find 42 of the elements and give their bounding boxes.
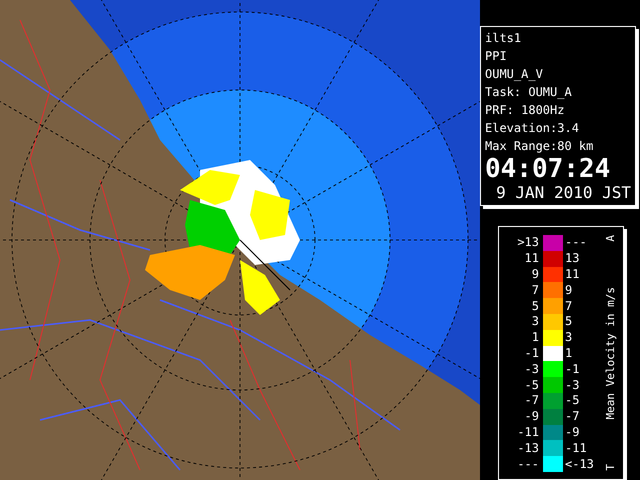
legend-value: -9 [524,409,540,424]
legend-value: 9 [564,282,574,298]
legend-value: 11 [524,251,540,266]
legend-top-mark: A [602,235,618,242]
legend-value: >13 [516,235,540,250]
info-line: ilts1 [485,30,522,47]
legend-value: -3 [524,362,540,377]
legend-value: -13 [516,440,540,456]
time-label: 04:07:24 [485,155,612,183]
legend-value: 3 [564,330,574,346]
info-line: Task: OUMU_A [485,84,573,101]
legend-value: -1 [524,346,540,361]
legend-value: 1 [564,346,574,361]
legend-value: -9 [564,424,580,440]
legend-value: -11 [516,424,540,440]
legend-value: -7 [524,393,540,408]
date-label: 9 JAN 2010 JST [496,183,631,203]
info-line: PRF: 1800Hz [485,102,566,119]
info-line: Elevation:3.4 [485,120,580,137]
legend-value: 7 [530,282,540,298]
legend-bottom-mark: T [602,464,618,471]
legend-value: 3 [530,314,540,330]
legend-value: 13 [564,251,580,266]
legend-value: 1 [530,330,540,346]
legend-value: -7 [564,409,580,424]
legend-value: 5 [530,298,540,314]
legend-value: --- [516,456,540,472]
legend-value: -3 [564,378,580,393]
info-line: PPI [485,48,508,65]
legend-value: 9 [530,266,540,282]
legend-value: 11 [564,266,580,282]
legend-value: --- [564,235,588,250]
legend-value: -5 [524,378,540,393]
legend-value: -11 [564,440,588,456]
legend-value: -5 [564,393,580,408]
legend-value: 5 [564,314,574,330]
info-line: OUMU_A_V [485,66,544,83]
legend-value: <-13 [564,456,595,472]
legend-title: Mean Velocity in m/s [602,286,618,420]
legend-value: -1 [564,362,580,377]
legend-value: 7 [564,298,574,314]
info-line: Max Range:80 km [485,138,594,155]
